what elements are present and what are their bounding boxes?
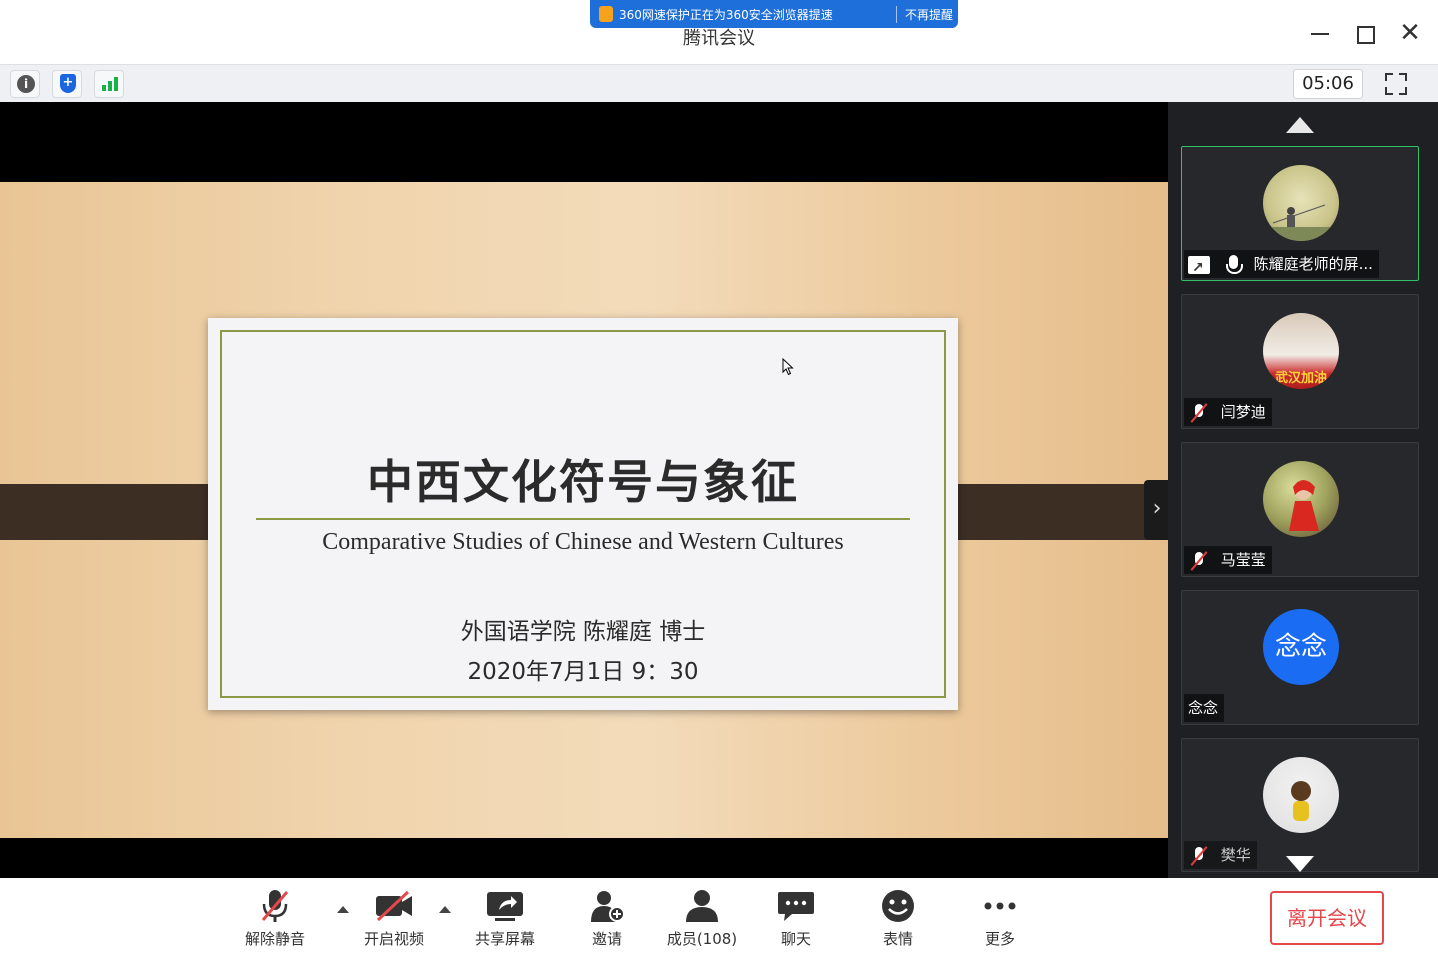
chat-button[interactable]: 聊天 <box>764 888 828 949</box>
meeting-toolbar: i + 05:06 <box>0 64 1438 102</box>
avatar <box>1263 165 1339 241</box>
slide-subtitle: Comparative Studies of Chinese and Weste… <box>322 529 844 555</box>
chat-icon <box>776 888 816 924</box>
participant-tile[interactable]: 念念 念念 <box>1181 590 1419 725</box>
smiley-icon <box>878 888 918 924</box>
muted-microphone-icon <box>1188 551 1210 571</box>
slide-author: 外国语学院 陈耀庭 博士 <box>460 619 706 645</box>
info-icon: i <box>17 75 35 93</box>
avatar <box>1263 757 1339 833</box>
more-label: 更多 <box>984 930 1015 948</box>
browser-speedup-banner: 360网速保护正在为360安全浏览器提速 不再提醒 <box>590 0 958 28</box>
microphone-icon <box>1223 254 1243 275</box>
participant-tile[interactable]: 樊华 <box>1181 738 1419 872</box>
maximize-button[interactable] <box>1349 18 1379 48</box>
participant-name-bar: 樊华 <box>1184 841 1257 869</box>
muted-microphone-icon <box>255 888 295 924</box>
members-button[interactable]: 成员(108) <box>660 888 744 949</box>
chat-label: 聊天 <box>780 930 811 948</box>
signal-bar-icon <box>114 77 118 91</box>
participant-tile[interactable]: 马莹莹 <box>1181 442 1419 577</box>
banner-text: 360网速保护正在为360安全浏览器提速 <box>619 8 833 22</box>
reactions-button[interactable]: 表情 <box>866 888 930 949</box>
avatar: 武汉加油 <box>1263 313 1339 389</box>
security-button[interactable]: + <box>52 70 82 98</box>
slide-date: 2020年7月1日 9：30 <box>467 659 699 685</box>
avatar: 念念 <box>1263 609 1339 685</box>
share-screen-icon <box>485 888 525 924</box>
meeting-timer: 05:06 <box>1293 69 1363 99</box>
more-dots-icon <box>980 888 1020 924</box>
start-video-button[interactable]: 开启视频 <box>355 888 433 949</box>
banner-dismiss-link[interactable]: 不再提醒 <box>896 6 953 23</box>
fullscreen-icon[interactable] <box>1381 70 1411 98</box>
close-button[interactable]: ✕ <box>1395 18 1425 48</box>
toggle-panel-button[interactable]: › <box>1144 480 1170 540</box>
slide-divider <box>256 518 910 520</box>
more-button[interactable]: 更多 <box>968 888 1032 949</box>
control-bar: 解除静音 开启视频 共享屏幕 邀请 成员(108) 聊天 表情 更多 离开会议 <box>0 878 1438 957</box>
network-status-button[interactable] <box>94 70 124 98</box>
meeting-info-button[interactable]: i <box>10 70 40 98</box>
participant-name-bar: 马莹莹 <box>1184 546 1272 574</box>
share-screen-label: 共享屏幕 <box>474 930 535 948</box>
signal-bar-icon <box>108 81 112 91</box>
mouse-cursor-icon <box>782 358 794 376</box>
presentation-slide: 中西文化符号与象征 Comparative Studies of Chinese… <box>0 182 1168 838</box>
avatar-caption: 武汉加油 <box>1274 371 1327 386</box>
members-label: 成员(108) <box>666 930 738 948</box>
participant-name: 陈耀庭老师的屏... <box>1253 255 1373 273</box>
leave-meeting-button[interactable]: 离开会议 <box>1270 891 1384 945</box>
audio-options-caret-icon[interactable] <box>337 906 349 913</box>
360-logo-icon <box>599 6 613 22</box>
unmute-label: 解除静音 <box>244 930 305 948</box>
participant-name-bar: 闫梦迪 <box>1184 398 1272 426</box>
slide-title: 中西文化符号与象征 <box>367 455 799 509</box>
start-video-label: 开启视频 <box>363 930 424 948</box>
participant-name: 马莹莹 <box>1220 551 1266 569</box>
participant-tile[interactable]: 武汉加油 闫梦迪 <box>1181 294 1419 429</box>
participant-name: 念念 <box>1188 699 1219 717</box>
girl-in-red-photo-icon <box>1289 480 1319 531</box>
minimize-button[interactable] <box>1305 18 1335 48</box>
muted-microphone-icon <box>1188 846 1210 866</box>
decorative-band-left <box>0 484 234 540</box>
share-screen-button[interactable]: 共享屏幕 <box>466 888 544 949</box>
screen-share-icon <box>1188 254 1210 282</box>
fisherman-painting-icon <box>1263 204 1339 241</box>
shared-screen-area: 中西文化符号与象征 Comparative Studies of Chinese… <box>0 102 1170 878</box>
members-icon <box>682 888 722 924</box>
participant-name-bar: 陈耀庭老师的屏... <box>1184 250 1379 282</box>
muted-microphone-icon <box>1188 403 1210 423</box>
avatar <box>1263 461 1339 537</box>
scroll-up-arrow-icon[interactable] <box>1286 117 1314 133</box>
invite-button[interactable]: 邀请 <box>574 888 640 949</box>
signal-bar-icon <box>102 85 106 91</box>
add-user-icon <box>587 888 627 924</box>
participant-name: 樊华 <box>1220 846 1251 864</box>
shield-icon: + <box>60 74 76 93</box>
child-photo-icon <box>1291 781 1311 821</box>
invite-label: 邀请 <box>591 930 622 948</box>
video-off-icon <box>374 888 414 924</box>
scroll-down-arrow-icon[interactable] <box>1286 856 1314 872</box>
decorative-band-right <box>932 484 1168 540</box>
slide-title-card: 中西文化符号与象征 Comparative Studies of Chinese… <box>208 318 958 710</box>
participant-name: 闫梦迪 <box>1220 403 1266 421</box>
reactions-label: 表情 <box>882 930 913 948</box>
participant-name-bar: 念念 <box>1184 694 1225 722</box>
unmute-button[interactable]: 解除静音 <box>236 888 314 949</box>
video-options-caret-icon[interactable] <box>439 906 451 913</box>
participant-tile[interactable]: 陈耀庭老师的屏... <box>1181 146 1419 282</box>
